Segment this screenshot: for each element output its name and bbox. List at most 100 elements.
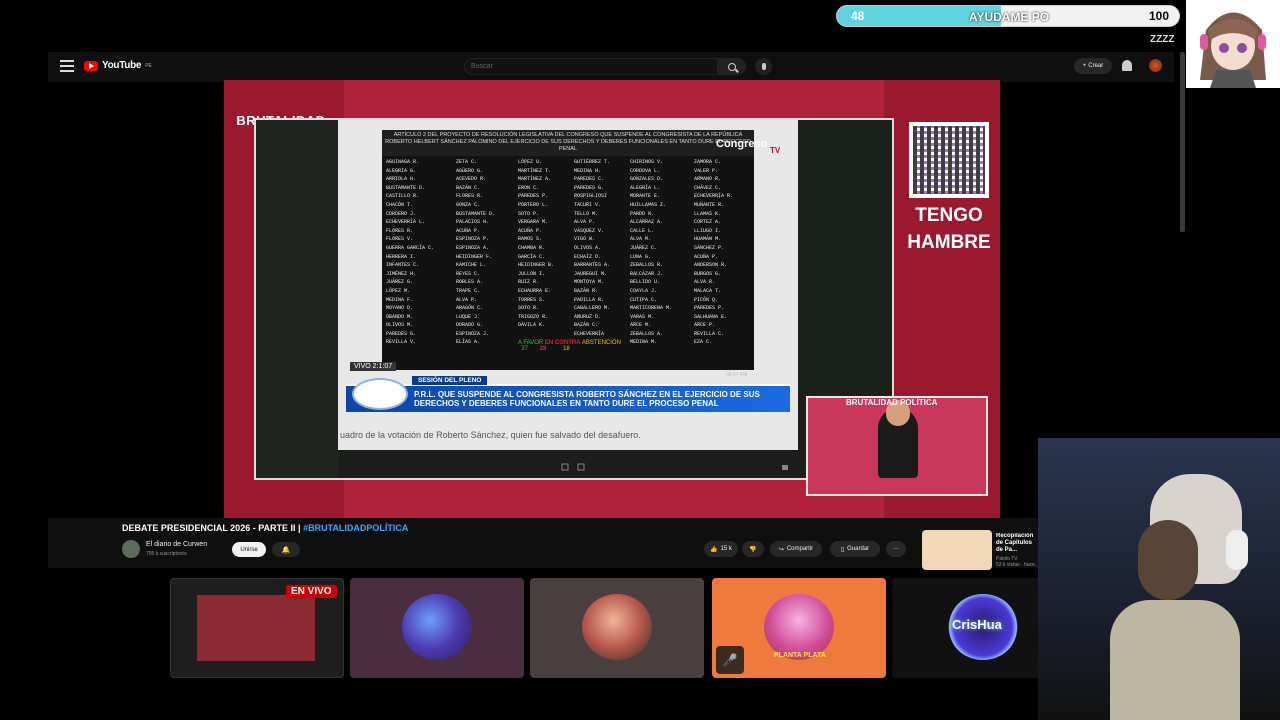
vote-name: BARRANTES A. [574,262,611,269]
recommended-views: 52 k vistas · hace... [996,562,1040,568]
vote-name: VERGARA M. [518,219,549,226]
vote-name: ALVA P. [456,296,478,303]
create-label: Crear [1088,63,1104,69]
vote-name: MARTICORENA M. [630,305,673,312]
vote-name: GUERRA GARCÍA C. [386,244,435,251]
vote-name: PAREDES C. [574,176,605,183]
vote-name: TRAPE C. [456,287,481,294]
account-avatar[interactable] [1149,59,1162,72]
vote-name: CHAMBA R. [518,244,546,251]
vote-name: HUAMÁN M. [694,236,722,243]
vote-name: OLIVOS A. [574,244,602,251]
card-avatar [582,594,652,660]
status-text: ZZZZ [1150,34,1175,45]
vote-name: REVILLA C. [694,330,725,337]
share-label: Compartir [786,546,814,552]
vote-name: VÁSQUEZ V. [574,227,605,234]
goal-label: AYUDAME PO [968,10,1050,24]
vote-name: ECHEVERRÍA L. [386,219,426,226]
vote-name: VARAS M. [630,313,655,320]
goal-max-value: 100 [1148,9,1169,23]
lower-third-section: SESIÓN DEL PLENO [412,376,488,385]
vote-name: GARCÍA C. [518,253,546,260]
vote-name: BELLIDO U. [630,279,661,286]
tv-live-badge: VIVO 2:1:07 [350,362,397,371]
notifications-bell-icon[interactable] [1122,60,1132,71]
search-icon [728,62,736,71]
youtube-logo[interactable]: YouTube PE [84,60,152,71]
microphone-icon [761,63,766,70]
vote-name: HERRERA I. [386,253,417,260]
like-button[interactable]: 👍 15 k [704,541,738,557]
channel-avatar[interactable] [122,540,140,558]
vote-name: MUÑANTE R. [694,201,725,208]
vote-name: FLORES R. [386,227,414,234]
video-title: DEBATE PRESIDENCIAL 2026 - PARTE II | #B… [122,523,408,533]
vote-name: ALVA M. [630,236,652,243]
vote-name: ZAMORA C. [694,159,722,165]
subscribe-bell-button[interactable]: 🔔 [272,542,300,557]
thumbs-up-icon: 👍 [710,546,718,553]
hamburger-menu-icon[interactable] [60,60,74,72]
vote-name: ECHAURRA E. [518,287,552,294]
join-button[interactable]: Unirse [232,542,266,557]
share-button[interactable]: ↪ Compartir [770,541,822,557]
more-actions-button[interactable]: ··· [886,541,906,557]
vote-name: ROSPIGLIOSI [574,193,608,200]
vote-name: HEIDINGER F. [456,253,493,260]
shared-screen-right-pane [798,120,892,390]
vote-name: FLORES V. [386,236,414,243]
scrollbar[interactable] [1180,52,1185,232]
shared-video-controls[interactable] [256,460,892,476]
vote-name: RAMOS S. [518,236,543,243]
live-preview [197,595,315,661]
voice-search-button[interactable] [755,58,772,75]
vote-name: ESPINOZA J. [456,330,490,337]
thumbs-down-icon: 👎 [749,546,757,553]
search-button[interactable] [718,58,746,75]
vote-name: JAUREGUI M. [574,270,608,277]
vote-name: PADILLA R. [574,296,605,303]
lower-third-text: P.R.L. QUE SUSPENDE AL CONGRESISTA ROBER… [414,390,760,408]
video-title-hashtag[interactable]: #BRUTALIDADPOLÍTICA [303,523,408,533]
vote-name: TORRES S. [518,296,546,303]
vote-tally: A FAVOR EN CONTRA ABSTENCIÓN 27 28 18 [518,340,621,352]
vote-name: LÓPEZ M. [386,287,411,294]
vote-name: ESPINOZA A. [456,244,490,251]
host-camera-label: BRUTALIDAD POLÍTICA [846,398,938,407]
vote-name: ARMANO R. [694,176,722,183]
vote-name: LLIUGO I. [694,227,722,234]
youtube-play-icon [84,60,98,71]
channel-name[interactable]: El diario de Curwen [146,541,207,548]
vote-name: ALVA P. [574,219,596,226]
live-badge: EN VIVO [286,585,337,598]
vote-name: CABALLERO M. [574,305,611,312]
vote-name: PAREDES P. [518,193,549,200]
vote-name: REYES C. [456,270,481,277]
dislike-button[interactable]: 👎 [742,541,764,557]
save-button[interactable]: ▯ Guardar [830,541,880,557]
vote-name: MARTÍNEZ T. [518,167,552,174]
search-input[interactable]: Buscar [464,58,718,75]
save-label: Guardar [847,546,870,552]
vote-name: VALER P. [694,167,719,174]
recommended-title[interactable]: Recopilación de Capitulos de Pa... [996,533,1040,554]
vote-name: LUQUE J. [456,313,481,320]
vote-name: TACURI V. [574,201,602,208]
vote-name: ARRIOLA H. [386,176,417,183]
create-button[interactable]: + Crear [1074,58,1112,74]
stream-card-2[interactable] [350,578,524,678]
vote-name: AGUINAGA R. [386,159,420,165]
vote-name: MORANTE E. [630,193,661,200]
vote-name: ACEVEDO R. [456,176,487,183]
congreso-tv-label: TV [770,146,781,155]
mute-icon[interactable]: 🎤 [716,646,744,674]
player-controls-icons [561,463,788,471]
vote-name: PALACIOS H. [456,219,490,226]
recommended-thumbnail[interactable] [922,530,992,570]
vote-name: VIGO W. [574,236,596,243]
vote-name: ACUÑA P. [518,227,543,234]
vote-name: BURGOS G. [694,270,722,277]
vote-name: REVILLA V. [386,339,417,346]
stream-card-3[interactable] [530,578,704,678]
